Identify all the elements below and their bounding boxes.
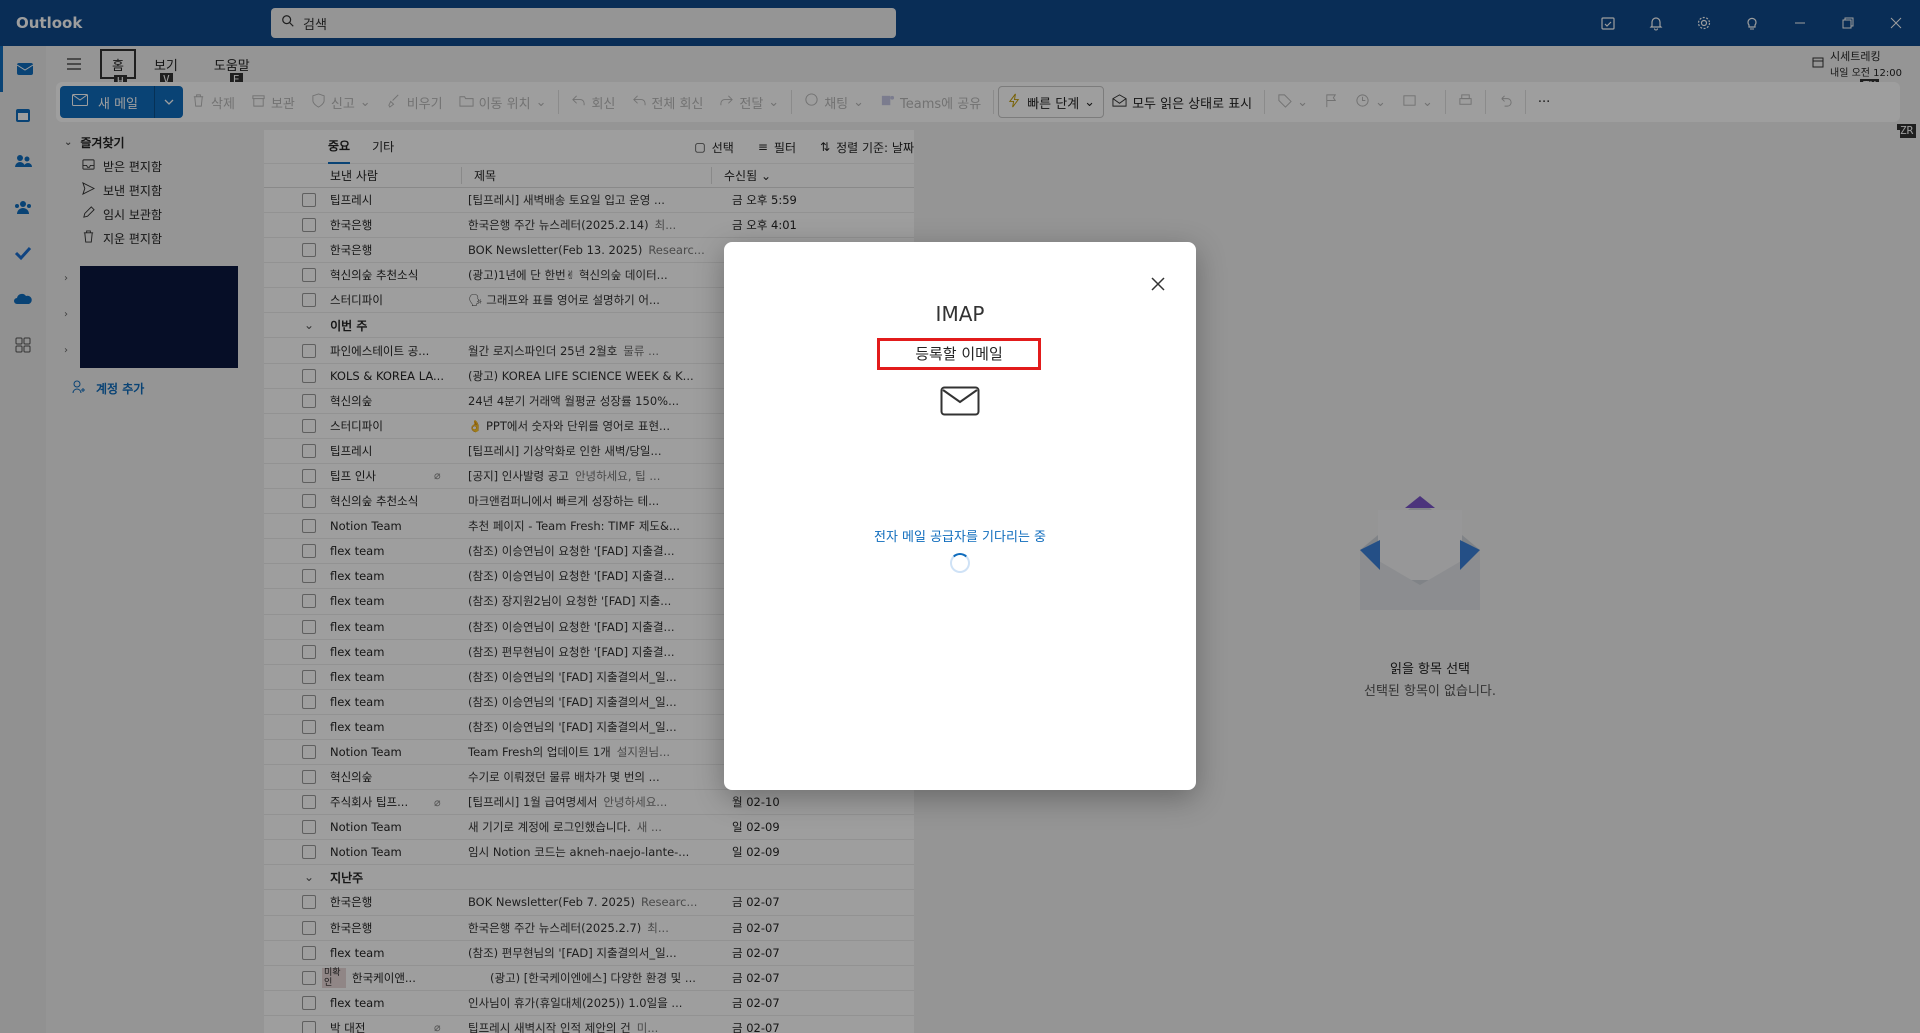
dialog-title: IMAP <box>935 302 985 326</box>
imap-dialog: IMAP 등록할 이메일 전자 메일 공급자를 기다리는 중 <box>724 242 1196 790</box>
close-icon[interactable] <box>1148 274 1168 294</box>
loading-spinner <box>950 553 970 573</box>
dialog-email: 등록할 이메일 <box>877 338 1041 370</box>
envelope-icon <box>940 386 980 416</box>
dialog-status: 전자 메일 공급자를 기다리는 중 <box>873 530 1046 545</box>
